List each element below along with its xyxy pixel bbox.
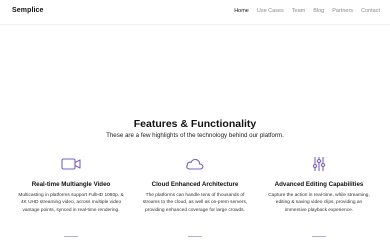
features-title: Features & Functionality <box>133 118 257 130</box>
feature-description: Multicasting in platforms support FullHD… <box>18 193 124 213</box>
nav-link-team[interactable]: Team <box>292 8 305 15</box>
nav-link-contact[interactable]: Contact <box>361 8 380 15</box>
sliders-icon <box>312 157 326 171</box>
page: Semplice Home Use Cases Team Blog Partne… <box>0 0 390 240</box>
site-logo[interactable]: Semplice <box>12 7 44 14</box>
next-row-icons <box>0 236 390 240</box>
feature-card-cloud-architecture: Cloud Enhanced Architecture The platform… <box>135 154 255 214</box>
feature-description: The platforms can handle tens of thousan… <box>142 193 248 213</box>
nav-link-blog[interactable]: Blog <box>313 8 324 15</box>
next-feature-icon <box>188 236 202 240</box>
cloud-icon <box>186 158 204 170</box>
feature-description: Capture the action in real-time, while s… <box>268 193 370 213</box>
features-grid: Real-time Multiangle Video Multicasting … <box>0 154 390 240</box>
nav-link-use-cases[interactable]: Use Cases <box>257 8 284 15</box>
features-subtitle: These are a few highlights of the techno… <box>106 132 284 139</box>
next-feature-icon <box>312 236 326 240</box>
video-camera-icon <box>61 158 81 170</box>
nav-link-partners[interactable]: Partners <box>332 8 353 15</box>
feature-title: Real-time Multiangle Video <box>31 181 111 188</box>
feature-card-multiangle-video: Real-time Multiangle Video Multicasting … <box>11 154 131 214</box>
feature-title: Advanced Editing Capabilities <box>274 181 364 188</box>
feature-title: Cloud Enhanced Architecture <box>151 181 239 188</box>
main-nav: Home Use Cases Team Blog Partners Contac… <box>234 8 380 15</box>
feature-card-editing-capabilities: Advanced Editing Capabilities Capture th… <box>259 154 379 214</box>
site-header: Semplice Home Use Cases Team Blog Partne… <box>0 0 390 25</box>
next-feature-icon <box>64 236 78 240</box>
nav-link-home[interactable]: Home <box>234 8 249 15</box>
